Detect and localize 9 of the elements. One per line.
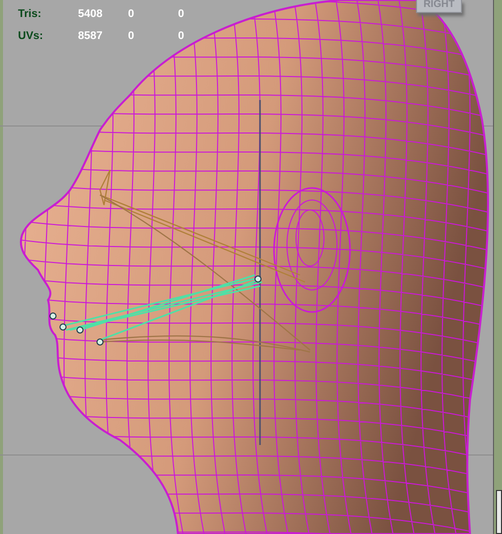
- stat-value: 0: [128, 30, 136, 42]
- stat-value: 5408: [78, 8, 104, 20]
- stat-value: 0: [178, 8, 186, 20]
- stat-value: 0: [178, 30, 186, 42]
- stat-label: Tris:: [18, 8, 42, 20]
- stat-value: 0: [128, 8, 136, 20]
- panel-frame: [496, 490, 502, 534]
- stat-value: 8587: [78, 30, 104, 42]
- stat-label: UVs:: [18, 30, 44, 42]
